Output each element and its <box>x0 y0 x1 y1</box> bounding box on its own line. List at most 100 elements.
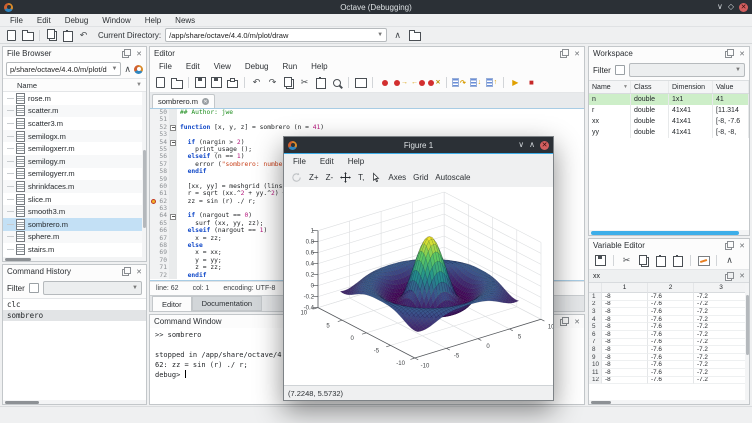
editor-menu-edit[interactable]: Edit <box>179 62 207 71</box>
fold-margin[interactable] <box>169 116 177 123</box>
line-number[interactable]: 50 <box>150 109 169 116</box>
fold-margin[interactable] <box>169 190 177 197</box>
line-number[interactable]: 60 <box>150 183 169 190</box>
file-row[interactable]: smooth3.m <box>3 205 146 218</box>
line-number[interactable]: 58 <box>150 168 169 175</box>
editor-redo-icon[interactable]: ↷ <box>266 76 279 89</box>
variable-cell[interactable]: -7.2 <box>694 346 749 354</box>
main-open-folder-icon[interactable] <box>408 29 421 42</box>
line-number[interactable]: 56 <box>150 153 169 160</box>
file-row[interactable]: stairs.m <box>3 243 146 256</box>
variable-cell[interactable]: -7.6 <box>648 301 694 309</box>
figure-menu-file[interactable]: File <box>286 157 313 166</box>
editor-print-icon[interactable] <box>226 76 239 89</box>
file-row[interactable]: semilogyerr.m <box>3 168 146 181</box>
variable-cell[interactable]: -8 <box>602 354 648 362</box>
editor-continue-icon[interactable]: ▶ <box>509 76 522 89</box>
line-number[interactable]: 66 <box>150 227 169 234</box>
line-number[interactable]: 52 <box>150 124 169 131</box>
editor-paste-icon[interactable] <box>314 76 327 89</box>
float-panel-icon[interactable] <box>727 241 734 248</box>
figure-menu-help[interactable]: Help <box>341 157 371 166</box>
file-row[interactable]: sombrero.m <box>3 218 146 231</box>
float-panel-icon[interactable] <box>562 49 569 56</box>
main-new-document-icon[interactable] <box>5 29 18 42</box>
variable-cell[interactable]: -7.6 <box>648 346 694 354</box>
variable-editor-save-icon[interactable] <box>594 254 607 267</box>
vertical-scrollbar[interactable] <box>745 283 749 400</box>
variable-cell[interactable]: -7.2 <box>694 323 749 331</box>
column-header[interactable]: 3 <box>694 283 749 293</box>
breakpoint-icon[interactable] <box>151 199 156 204</box>
fold-margin[interactable] <box>169 131 177 138</box>
fold-margin[interactable] <box>169 198 177 205</box>
figure-tool-zoom-out-button[interactable]: Z- <box>326 173 334 182</box>
file-row[interactable]: slice.m <box>3 193 146 206</box>
row-header[interactable]: 5 <box>589 323 602 331</box>
line-number[interactable]: 59 <box>150 176 169 183</box>
current-directory-combo[interactable]: /app/share/octave/4.4.0/m/plot/draw ▼ <box>165 28 387 42</box>
main-paste-icon[interactable] <box>61 29 74 42</box>
column-header[interactable]: 1 <box>602 283 648 293</box>
line-number[interactable]: 53 <box>150 131 169 138</box>
variable-cell[interactable]: -7.6 <box>648 323 694 331</box>
variable-editor-chevron-up-icon[interactable]: ∧ <box>723 254 736 267</box>
editor-save-as-icon[interactable] <box>210 76 223 89</box>
menu-window[interactable]: Window <box>95 16 137 25</box>
line-number[interactable]: 62 <box>150 198 169 205</box>
variable-grid[interactable]: 1231-8-7.6-7.22-8-7.6-7.23-8-7.6-7.24-8-… <box>589 283 749 400</box>
variable-editor-paste-icon[interactable] <box>654 254 667 267</box>
menu-debug[interactable]: Debug <box>58 16 96 25</box>
line-number[interactable]: 69 <box>150 249 169 256</box>
filter-combo[interactable]: ▼ <box>43 281 142 295</box>
line-number[interactable]: 67 <box>150 235 169 242</box>
fold-margin[interactable] <box>169 176 177 183</box>
variable-cell[interactable]: -7.6 <box>648 377 694 385</box>
main-copy-icon[interactable] <box>45 29 58 42</box>
editor-menu-view[interactable]: View <box>207 62 238 71</box>
variable-cell[interactable]: -8 <box>602 361 648 369</box>
fold-margin[interactable] <box>169 168 177 175</box>
variable-cell[interactable]: -7.6 <box>648 369 694 377</box>
fold-margin[interactable] <box>169 205 177 212</box>
fold-margin[interactable] <box>169 227 177 234</box>
editor-undo-icon[interactable]: ↶ <box>250 76 263 89</box>
line-number[interactable]: 65 <box>150 220 169 227</box>
variable-editor-cut-icon[interactable]: ✂ <box>620 254 633 267</box>
file-row[interactable]: scatter3.m <box>3 117 146 130</box>
variable-cell[interactable]: -7.6 <box>648 361 694 369</box>
menu-edit[interactable]: Edit <box>30 16 58 25</box>
float-panel-icon[interactable] <box>727 49 734 56</box>
variable-cell[interactable]: -8 <box>602 293 648 301</box>
figure-tool-axes-button[interactable]: Axes <box>388 173 406 182</box>
line-number[interactable]: 57 <box>150 161 169 168</box>
row-header[interactable]: 6 <box>589 331 602 339</box>
row-header[interactable]: 2 <box>589 301 602 309</box>
editor-find-icon[interactable] <box>330 76 343 89</box>
editor-open-folder-icon[interactable] <box>170 76 183 89</box>
variable-cell[interactable]: -7.6 <box>648 316 694 324</box>
file-browser-path-combo[interactable]: p/share/octave/4.4.0/m/plot/draw ▼ <box>6 62 121 76</box>
editor-breakpoints-clear-icon[interactable]: ✕ <box>428 76 441 89</box>
editor-breakpoint-prev-icon[interactable]: ← <box>411 76 425 89</box>
fold-margin[interactable] <box>169 242 177 249</box>
row-header[interactable]: 3 <box>589 308 602 316</box>
variable-cell[interactable]: -8 <box>602 377 648 385</box>
row-header[interactable]: 7 <box>589 339 602 347</box>
file-row[interactable]: semilogx.m <box>3 130 146 143</box>
fold-margin[interactable] <box>169 153 177 160</box>
editor-menu-debug[interactable]: Debug <box>238 62 276 71</box>
figure-tool-insert-text-button[interactable]: T, <box>358 173 364 182</box>
close-icon[interactable]: ✕ <box>739 3 748 12</box>
row-header[interactable]: 11 <box>589 369 602 377</box>
variable-cell[interactable]: -7.6 <box>648 293 694 301</box>
line-number[interactable]: 54 <box>150 139 169 146</box>
fold-margin[interactable] <box>169 124 177 131</box>
editor-breakpoint-toggle-icon[interactable] <box>378 76 391 89</box>
fold-margin[interactable] <box>169 183 177 190</box>
variable-editor-copy-icon[interactable] <box>637 254 650 267</box>
variable-cell[interactable]: -7.2 <box>694 331 749 339</box>
main-open-folder-icon[interactable] <box>21 29 34 42</box>
variable-cell[interactable]: -8 <box>602 323 648 331</box>
editor-copy-icon[interactable] <box>282 76 295 89</box>
